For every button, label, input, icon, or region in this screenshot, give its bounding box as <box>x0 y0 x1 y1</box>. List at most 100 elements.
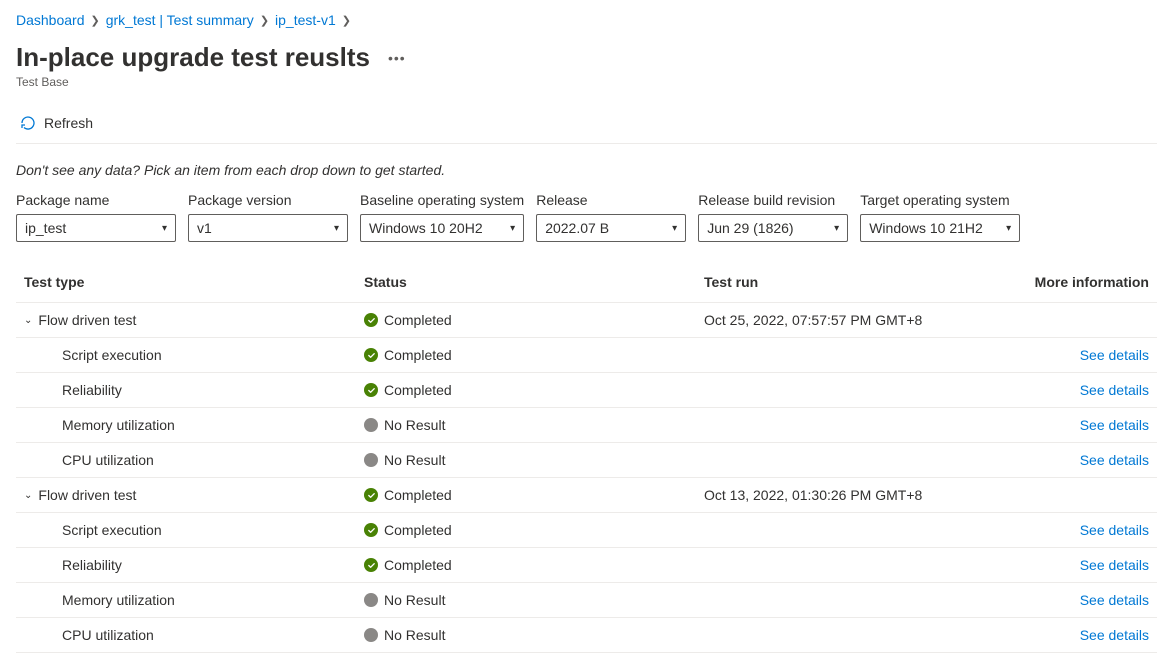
test-name: CPU utilization <box>24 452 348 468</box>
col-header-test-type[interactable]: Test type <box>16 264 356 303</box>
chevron-down-icon: ▾ <box>510 223 515 234</box>
group-name: Flow driven test <box>38 312 136 328</box>
check-circle-icon <box>364 383 378 397</box>
dropdown-release[interactable]: 2022.07 B ▾ <box>536 214 686 242</box>
dropdown-value: ip_test <box>25 220 66 236</box>
table-group-row[interactable]: ⌄ Flow driven test Completed Oct 13, 2022, … <box>16 478 1157 513</box>
col-header-more-info[interactable]: More information <box>1007 264 1157 303</box>
chevron-down-icon: ▾ <box>162 223 167 234</box>
refresh-label: Refresh <box>44 115 93 131</box>
table-row: Reliability Completed See details <box>16 548 1157 583</box>
status-text: Completed <box>384 382 452 398</box>
dropdown-value: 2022.07 B <box>545 220 609 236</box>
see-details-link[interactable]: See details <box>1080 522 1149 538</box>
chevron-right-icon: ❯ <box>342 14 351 27</box>
filter-release-build: Release build revision Jun 29 (1826) ▾ <box>698 192 848 242</box>
chevron-down-icon: ⌄ <box>24 490 32 501</box>
breadcrumb-link[interactable]: ip_test-v1 <box>275 12 336 28</box>
table-row: Memory utilization No Result See details <box>16 408 1157 443</box>
dropdown-release-build[interactable]: Jun 29 (1826) ▾ <box>698 214 848 242</box>
test-name: Reliability <box>24 557 348 573</box>
dropdown-target-os[interactable]: Windows 10 21H2 ▾ <box>860 214 1020 242</box>
check-circle-icon <box>364 348 378 362</box>
breadcrumb: Dashboard ❯ grk_test | Test summary ❯ ip… <box>16 12 1157 28</box>
status-text: Completed <box>384 522 452 538</box>
filter-row: Package name ip_test ▾ Package version v… <box>16 192 1157 242</box>
table-row: Reliability Completed See details <box>16 373 1157 408</box>
status-text: Completed <box>384 557 452 573</box>
status-text: No Result <box>384 592 445 608</box>
chevron-down-icon: ▾ <box>334 223 339 234</box>
see-details-link[interactable]: See details <box>1080 557 1149 573</box>
test-name: Script execution <box>24 522 348 538</box>
breadcrumb-link[interactable]: Dashboard <box>16 12 85 28</box>
test-run-text: Oct 25, 2022, 07:57:57 PM GMT+8 <box>696 303 1007 338</box>
chevron-down-icon: ▾ <box>672 223 677 234</box>
breadcrumb-link[interactable]: grk_test | Test summary <box>106 12 254 28</box>
table-group-row[interactable]: ⌄ Flow driven test Completed Oct 25, 2022, … <box>16 303 1157 338</box>
chevron-down-icon: ⌄ <box>24 315 32 326</box>
circle-icon <box>364 628 378 642</box>
page-header: In-place upgrade test reuslts ••• <box>16 42 1157 73</box>
col-header-test-run[interactable]: Test run <box>696 264 1007 303</box>
more-icon[interactable]: ••• <box>388 50 406 66</box>
see-details-link[interactable]: See details <box>1080 627 1149 643</box>
status-text: Completed <box>384 312 452 328</box>
toolbar: Refresh <box>16 107 1157 144</box>
table-row: CPU utilization No Result See details <box>16 618 1157 653</box>
refresh-button[interactable]: Refresh <box>20 115 93 131</box>
circle-icon <box>364 453 378 467</box>
test-run-text: Oct 13, 2022, 01:30:26 PM GMT+8 <box>696 478 1007 513</box>
check-circle-icon <box>364 558 378 572</box>
see-details-link[interactable]: See details <box>1080 417 1149 433</box>
filter-baseline-os: Baseline operating system Windows 10 20H… <box>360 192 524 242</box>
filter-label: Release build revision <box>698 192 848 208</box>
filter-target-os: Target operating system Windows 10 21H2 … <box>860 192 1020 242</box>
see-details-link[interactable]: See details <box>1080 452 1149 468</box>
table-row: CPU utilization No Result See details <box>16 443 1157 478</box>
circle-icon <box>364 418 378 432</box>
test-name: Reliability <box>24 382 348 398</box>
dropdown-value: Jun 29 (1826) <box>707 220 793 236</box>
filter-label: Package version <box>188 192 348 208</box>
chevron-down-icon: ▾ <box>1006 223 1011 234</box>
filter-label: Baseline operating system <box>360 192 524 208</box>
dropdown-value: Windows 10 20H2 <box>369 220 483 236</box>
check-circle-icon <box>364 488 378 502</box>
table-row: Memory utilization No Result See details <box>16 583 1157 618</box>
filter-label: Target operating system <box>860 192 1020 208</box>
table-row: Script execution Completed See details <box>16 338 1157 373</box>
dropdown-baseline-os[interactable]: Windows 10 20H2 ▾ <box>360 214 524 242</box>
status-text: Completed <box>384 487 452 503</box>
page-subtitle: Test Base <box>16 75 1157 89</box>
circle-icon <box>364 593 378 607</box>
hint-text: Don't see any data? Pick an item from ea… <box>16 162 1157 178</box>
filter-label: Package name <box>16 192 176 208</box>
status-text: No Result <box>384 627 445 643</box>
test-name: CPU utilization <box>24 627 348 643</box>
see-details-link[interactable]: See details <box>1080 592 1149 608</box>
filter-release: Release 2022.07 B ▾ <box>536 192 686 242</box>
status-text: Completed <box>384 347 452 363</box>
test-name: Memory utilization <box>24 592 348 608</box>
filter-package-version: Package version v1 ▾ <box>188 192 348 242</box>
filter-package-name: Package name ip_test ▾ <box>16 192 176 242</box>
see-details-link[interactable]: See details <box>1080 347 1149 363</box>
group-name: Flow driven test <box>38 487 136 503</box>
check-circle-icon <box>364 523 378 537</box>
refresh-icon <box>20 115 36 131</box>
status-text: No Result <box>384 452 445 468</box>
page-title: In-place upgrade test reuslts <box>16 42 370 73</box>
chevron-down-icon: ▾ <box>834 223 839 234</box>
status-text: No Result <box>384 417 445 433</box>
dropdown-package-version[interactable]: v1 ▾ <box>188 214 348 242</box>
chevron-right-icon: ❯ <box>260 14 269 27</box>
test-name: Script execution <box>24 347 348 363</box>
see-details-link[interactable]: See details <box>1080 382 1149 398</box>
dropdown-value: v1 <box>197 220 212 236</box>
col-header-status[interactable]: Status <box>356 264 696 303</box>
test-name: Memory utilization <box>24 417 348 433</box>
dropdown-package-name[interactable]: ip_test ▾ <box>16 214 176 242</box>
results-table: Test type Status Test run More informati… <box>16 264 1157 653</box>
filter-label: Release <box>536 192 686 208</box>
